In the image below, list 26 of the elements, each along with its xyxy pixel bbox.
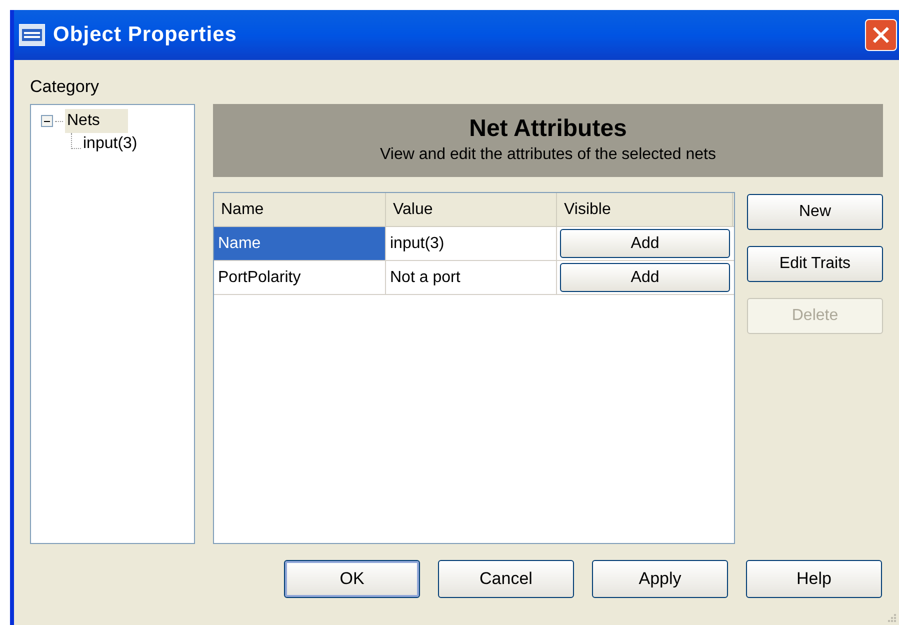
category-label: Category [30,76,100,94]
column-header[interactable]: Visible [557,193,733,226]
action-button[interactable]: New [747,194,883,230]
column-header[interactable]: Name [214,193,386,226]
table-cell[interactable]: Name [214,227,386,260]
dialog-button[interactable]: OK [284,560,420,598]
app-logo-icon [19,24,45,46]
table-cell: Not a port [386,261,557,294]
column-header[interactable]: Value [386,193,557,226]
close-icon [871,25,891,45]
dialog-button[interactable]: Help [746,560,882,598]
header-subtitle: View and edit the attributes of the selected nets [380,144,716,164]
tree-item[interactable]: input(3) [81,132,140,156]
expander-icon[interactable] [41,115,53,127]
dialog-button[interactable]: Cancel [438,560,574,598]
dialog-button[interactable]: Apply [592,560,728,598]
tree-item[interactable]: Nets [65,109,128,133]
header-title: Net Attributes [469,114,627,142]
close-button[interactable] [865,19,897,51]
table-cell[interactable]: PortPolarity [214,261,386,294]
add-button[interactable]: Add [560,263,730,292]
action-button[interactable]: Edit Traits [747,246,883,282]
window-title: Object Properties [53,22,237,48]
add-button[interactable]: Add [560,229,730,258]
table-cell: input(3) [386,227,557,260]
resize-grip-icon[interactable] [885,611,897,623]
